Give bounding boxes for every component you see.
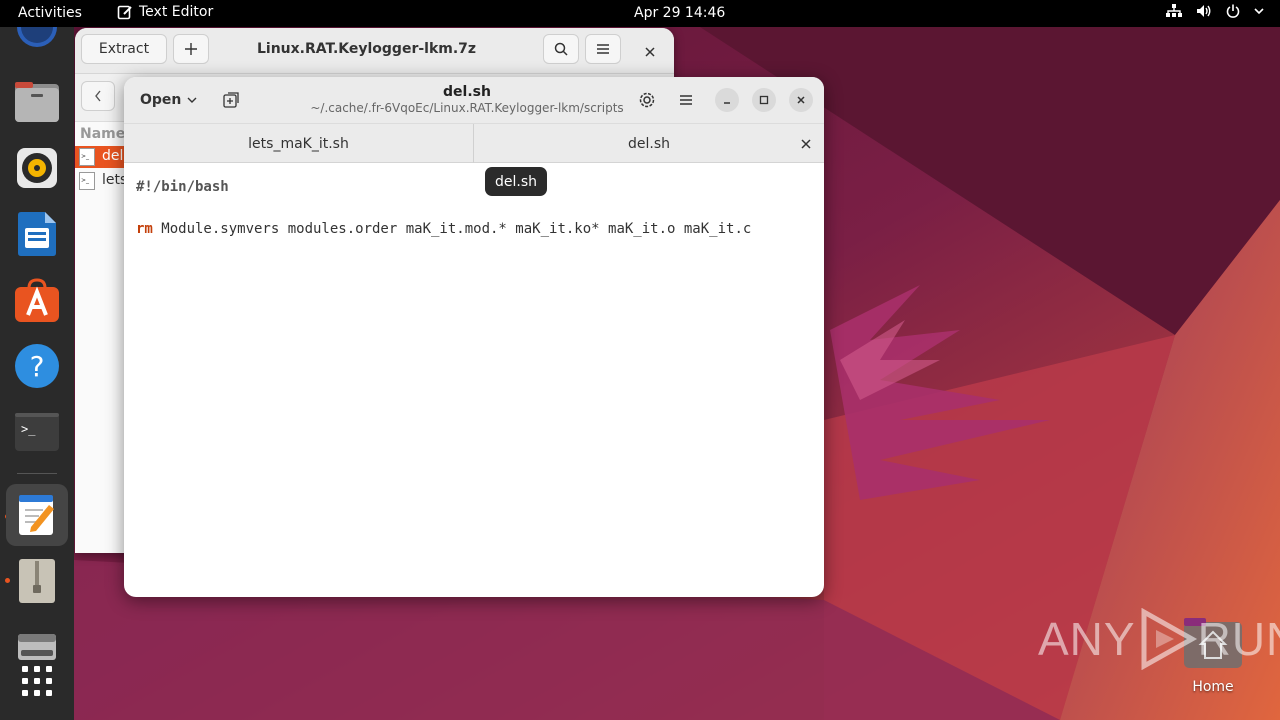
archive-title: Linux.RAT.Keylogger-lkm.7z	[257, 41, 477, 57]
search-icon	[554, 42, 568, 56]
dock-item-app-center[interactable]	[13, 276, 61, 324]
text-editor-window: Open del.sh ~/.cache/.fr-6VqoEc/Linux.RA…	[124, 77, 824, 597]
svg-text:>_: >_	[21, 422, 36, 436]
svg-text:?: ?	[30, 350, 45, 383]
editor-header-bar: Open del.sh ~/.cache/.fr-6VqoEc/Linux.RA…	[124, 77, 824, 123]
file-row-selected[interactable]: >_ del	[75, 146, 127, 168]
tab-del-sh[interactable]: del.sh	[474, 124, 824, 163]
maximize-icon	[759, 95, 769, 105]
close-icon	[797, 96, 805, 104]
watermark-right: RUN	[1197, 613, 1280, 665]
dock-item-help[interactable]: ?	[13, 342, 61, 390]
terminal-icon: >_	[15, 413, 59, 451]
extract-button[interactable]: Extract	[81, 34, 167, 64]
command-arguments: Module.symvers modules.order maK_it.mod.…	[152, 221, 752, 237]
dock: ? >_	[0, 27, 74, 720]
close-icon	[645, 47, 655, 57]
show-apps-icon	[22, 666, 52, 696]
window-subtitle-path: ~/.cache/.fr-6VqoEc/Linux.RAT.Keylogger-…	[310, 101, 624, 115]
rhythmbox-icon	[17, 148, 57, 188]
dock-item-firefox[interactable]	[13, 27, 61, 57]
archive-header-bar: Extract Linux.RAT.Keylogger-lkm.7z	[75, 28, 674, 74]
volume-icon	[1197, 5, 1211, 17]
tab-bar: lets_maK_it.sh del.sh	[124, 123, 824, 163]
add-files-button[interactable]	[173, 34, 209, 64]
settings-button[interactable]	[635, 88, 659, 112]
anyrun-watermark: ANY RUN	[1038, 608, 1280, 670]
close-icon	[801, 139, 811, 149]
minimize-button[interactable]	[715, 88, 739, 112]
menu-button[interactable]	[585, 34, 621, 64]
maximize-button[interactable]	[752, 88, 776, 112]
dock-separator	[17, 473, 57, 474]
chevron-down-icon	[1254, 8, 1264, 15]
close-button[interactable]	[789, 88, 813, 112]
top-bar: Activities Text Editor Apr 29 14:46	[0, 0, 1280, 27]
dock-item-rhythmbox[interactable]	[13, 144, 61, 192]
gear-icon	[639, 92, 655, 108]
main-menu-button[interactable]	[674, 88, 698, 112]
dock-item-writer[interactable]	[13, 210, 61, 258]
column-header-name[interactable]: Name	[80, 126, 125, 142]
script-file-icon: >_	[79, 148, 95, 166]
help-icon: ?	[15, 344, 59, 388]
home-folder-label: Home	[1192, 679, 1234, 695]
app-center-icon	[15, 278, 59, 322]
tab-close-button[interactable]	[796, 134, 816, 154]
hamburger-menu-icon	[680, 95, 692, 105]
tab-lets-mak-it[interactable]: lets_maK_it.sh	[124, 124, 473, 163]
chevron-left-icon	[95, 90, 101, 102]
activities-button[interactable]: Activities	[18, 5, 82, 21]
file-row[interactable]: >_ lets	[75, 170, 127, 192]
firefox-icon	[17, 27, 57, 47]
hamburger-menu-icon	[597, 44, 609, 54]
window-title: del.sh	[443, 84, 491, 100]
code-editor[interactable]: #!/bin/bash rm Module.symvers modules.or…	[136, 177, 751, 240]
power-icon	[1226, 4, 1240, 18]
system-tray[interactable]	[1166, 4, 1264, 18]
running-indicator	[5, 578, 10, 583]
script-file-icon: >_	[79, 172, 95, 190]
close-button[interactable]	[639, 41, 661, 63]
shebang: #!/bin/bash	[136, 179, 229, 195]
back-button[interactable]	[81, 81, 115, 111]
watermark-left: ANY	[1038, 613, 1136, 665]
libreoffice-writer-icon	[18, 212, 56, 256]
app-menu[interactable]: Text Editor	[117, 4, 213, 20]
dock-item-text-editor[interactable]	[6, 484, 68, 546]
tab-tooltip: del.sh	[485, 167, 548, 196]
svg-text:>_: >_	[81, 153, 90, 160]
plus-icon	[185, 43, 197, 55]
file-name: del	[102, 148, 124, 164]
play-logo-icon	[1141, 608, 1197, 670]
network-icon	[1166, 4, 1182, 17]
app-menu-label: Text Editor	[139, 4, 214, 20]
files-icon	[15, 82, 59, 122]
clock[interactable]: Apr 29 14:46	[634, 5, 725, 21]
text-editor-icon	[117, 5, 132, 20]
dock-item-archive-manager[interactable]	[13, 557, 61, 605]
archive-manager-icon	[19, 559, 55, 603]
search-button[interactable]	[543, 34, 579, 64]
dock-item-terminal[interactable]: >_	[13, 408, 61, 456]
command-keyword: rm	[136, 221, 153, 237]
text-editor-icon	[19, 495, 54, 535]
code-line-1: #!/bin/bash	[136, 177, 751, 198]
code-line-3: rm Module.symvers modules.order maK_it.m…	[136, 219, 751, 240]
svg-text:>_: >_	[81, 177, 90, 184]
dock-item-files[interactable]	[13, 78, 61, 126]
minimize-icon	[724, 102, 730, 104]
dock-item-show-apps[interactable]	[13, 657, 61, 705]
